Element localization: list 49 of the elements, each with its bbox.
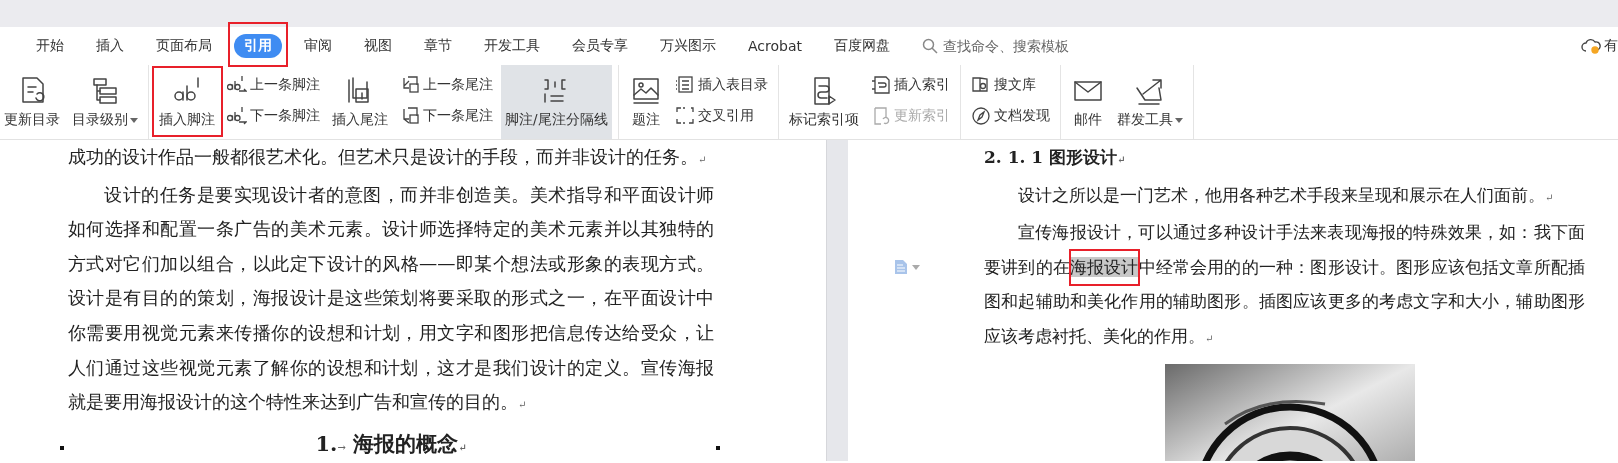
menu-tab[interactable]: 插入: [86, 34, 134, 58]
ribbon-button[interactable]: 标记索引项: [784, 65, 863, 139]
prev-footnote-icon: [227, 74, 247, 95]
table-list-icon: [674, 74, 695, 95]
ribbon-button[interactable]: 脚注/尾注分隔线: [501, 65, 612, 139]
paragraph: 设计之所以是一门艺术，他用各种艺术手段来呈现和展示在人们面前。↵: [1017, 183, 1555, 207]
menu-tab[interactable]: 审阅: [294, 34, 342, 58]
menu-tab[interactable]: 会员专享: [562, 34, 638, 58]
search-icon: [922, 38, 938, 54]
ribbon-button[interactable]: 下一条尾注: [398, 103, 495, 128]
index-icon: [870, 74, 891, 95]
paragraph: 宣传海报设计，可以通过多种设计手法来表现海报的特殊效果，如：我下面要讲到的在海报设计中经常会用的的一种：图形设计。图形应该包括文章所配插图和起辅助和美化作用的辅助图形。插图应该更多的考虑文字和大小，辅助图形应该考虑衬托、美化的作用。↵: [984, 215, 1585, 356]
margin-mark: [716, 446, 720, 451]
ribbon-button[interactable]: 上一条尾注: [398, 72, 495, 97]
ribbon-button[interactable]: 邮件: [1066, 65, 1109, 139]
paragraph: 设计的任务是要实现设计者的意图，而并非创造美。美术指导和平面设计师如何选择和配置一条广告的美术元素。设计师选择特定的美术元素并以其独特的方式对它们加以组合，以此定下设计的风格——即某个想法或形象的表现方式。设计是有目的的策划，海报设计是这些策划将要采取的形式之一，在平面设计中你需要用视觉元素来传播你的设想和计划，用文字和图形把信息传达给受众，让人们通过这些视觉元素了解你的设想和计划，这才是我们设计的定义。宣传海报就是要用海报设计的这个特性来达到广告和宣传的目的。↵: [68, 182, 714, 415]
ribbon-button[interactable]: 插入脚注: [155, 65, 219, 139]
ribbon-button[interactable]: 插入尾注: [328, 65, 392, 139]
ribbon-button[interactable]: 题注: [624, 65, 667, 139]
ribbon-button[interactable]: 下一条脚注: [225, 103, 322, 128]
menu-tab[interactable]: 页面布局: [146, 34, 222, 58]
menu-tab[interactable]: 开始: [26, 34, 74, 58]
cross-ref-icon: [674, 105, 695, 126]
next-footnote-icon: [227, 105, 247, 126]
menu-tab[interactable]: 开发工具: [474, 34, 550, 58]
ribbon-button[interactable]: 插入表目录: [672, 72, 770, 97]
menu-tab[interactable]: 百度网盘: [824, 34, 900, 58]
menu-tab[interactable]: 章节: [414, 34, 462, 58]
next-endnote-icon: [400, 105, 420, 126]
section-heading: 2. 1. 1 图形设计↵: [984, 146, 1127, 169]
cloud-icon: [1581, 37, 1601, 55]
paragraph: 成功的设计作品一般都很艺术化。但艺术只是设计的手段，而并非设计的任务。↵: [68, 145, 708, 169]
ribbon-button[interactable]: 更新目录: [0, 65, 64, 139]
ribbon-button[interactable]: 群发工具: [1112, 65, 1187, 139]
account-label[interactable]: 有: [1604, 37, 1618, 55]
menu-tab[interactable]: 视图: [354, 34, 402, 58]
menu-tab[interactable]: 万兴图示: [650, 34, 726, 58]
section-heading: 1.→ 海报的概念↵: [68, 426, 714, 461]
ribbon-button[interactable]: 插入索引: [868, 72, 952, 97]
ribbon-button[interactable]: 交叉引用: [672, 103, 770, 128]
prev-endnote-icon: [400, 74, 420, 95]
menu-tab[interactable]: Acrobat: [738, 35, 812, 57]
book-search-icon: [970, 74, 991, 95]
ribbon-button[interactable]: 文档发现: [968, 103, 1052, 128]
caret-icon[interactable]: [912, 264, 920, 270]
compass-icon: [970, 105, 991, 126]
ribbon-button[interactable]: 目录级别: [68, 65, 142, 139]
ribbon-button[interactable]: 搜文库: [968, 72, 1052, 97]
ribbon-button[interactable]: 上一条脚注: [225, 72, 322, 97]
